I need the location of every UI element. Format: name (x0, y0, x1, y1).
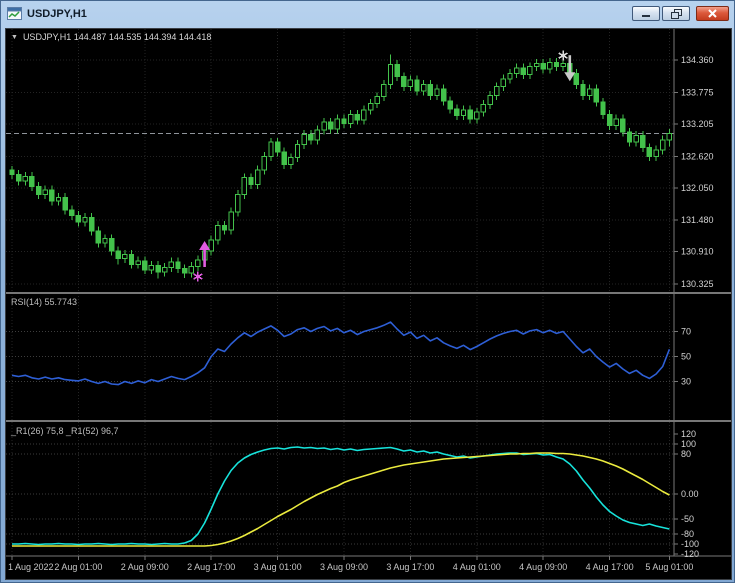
svg-text:80: 80 (681, 449, 691, 459)
ohlc-quote-label: USDJPY,H1 144.487 144.535 144.394 144.41… (23, 32, 212, 42)
close-button[interactable] (696, 6, 729, 21)
svg-text:4 Aug 09:00: 4 Aug 09:00 (519, 562, 567, 572)
svg-text:30: 30 (681, 377, 691, 387)
svg-text:70: 70 (681, 327, 691, 337)
minimize-button[interactable] (632, 6, 660, 21)
svg-text:-50: -50 (681, 514, 694, 524)
svg-text:130.910: 130.910 (681, 247, 714, 257)
svg-text:133.205: 133.205 (681, 119, 714, 129)
one-click-trading-toggle[interactable]: ▼ (11, 34, 18, 41)
svg-text:134.360: 134.360 (681, 55, 714, 65)
svg-text:4 Aug 01:00: 4 Aug 01:00 (453, 562, 501, 572)
rsi-indicator-label: RSI(14) 55.7743 (11, 297, 77, 307)
svg-text:1 Aug 2022: 1 Aug 2022 (8, 562, 54, 572)
chart-client-area: 134.360 133.775 133.205 132.620 132.050 131.4… (5, 28, 732, 580)
svg-text:131.480: 131.480 (681, 215, 714, 225)
restore-icon (671, 9, 682, 19)
svg-text:130.325: 130.325 (681, 279, 714, 289)
svg-text:-120: -120 (681, 549, 699, 559)
minimize-icon (641, 9, 651, 18)
svg-text:2 Aug 01:00: 2 Aug 01:00 (54, 562, 102, 572)
oscillator-panel-label: _R1(26) 75,8 _R1(52) 96,7 (11, 426, 119, 436)
svg-text:0.00: 0.00 (681, 489, 699, 499)
svg-text:120: 120 (681, 429, 696, 439)
mt4-window: USDJPY,H1 134.360133.775133.205132.62013… (0, 0, 735, 583)
svg-text:4 Aug 17:00: 4 Aug 17:00 (586, 562, 634, 572)
svg-text:50: 50 (681, 352, 691, 362)
svg-text:2 Aug 09:00: 2 Aug 09:00 (121, 562, 169, 572)
close-icon (707, 9, 718, 18)
svg-text:-100: -100 (681, 539, 699, 549)
svg-text:3 Aug 09:00: 3 Aug 09:00 (320, 562, 368, 572)
chart-canvas[interactable]: 134.360 133.775 133.205 132.620 132.050 131.4… (6, 29, 731, 579)
svg-text:133.775: 133.775 (681, 88, 714, 98)
svg-text:3 Aug 01:00: 3 Aug 01:00 (254, 562, 302, 572)
svg-text:3 Aug 17:00: 3 Aug 17:00 (386, 562, 434, 572)
svg-text:132.050: 132.050 (681, 183, 714, 193)
window-controls (632, 6, 729, 21)
main-panel-label: ▼ USDJPY,H1 144.487 144.535 144.394 144.… (11, 32, 211, 42)
rsi-panel-label: RSI(14) 55.7743 (11, 297, 77, 307)
chart-svg: 134.360 133.775 133.205 132.620 132.050 131.4… (6, 29, 731, 579)
svg-text:-80: -80 (681, 529, 694, 539)
svg-text:5 Aug 01:00: 5 Aug 01:00 (645, 562, 693, 572)
restore-button[interactable] (662, 6, 690, 21)
svg-text:132.620: 132.620 (681, 152, 714, 162)
svg-text:100: 100 (681, 439, 696, 449)
chart-window-icon (7, 7, 22, 20)
svg-text:2 Aug 17:00: 2 Aug 17:00 (187, 562, 235, 572)
titlebar[interactable]: USDJPY,H1 (1, 1, 734, 24)
oscillator-indicator-label: _R1(26) 75,8 _R1(52) 96,7 (11, 426, 119, 436)
window-title: USDJPY,H1 (27, 8, 632, 20)
